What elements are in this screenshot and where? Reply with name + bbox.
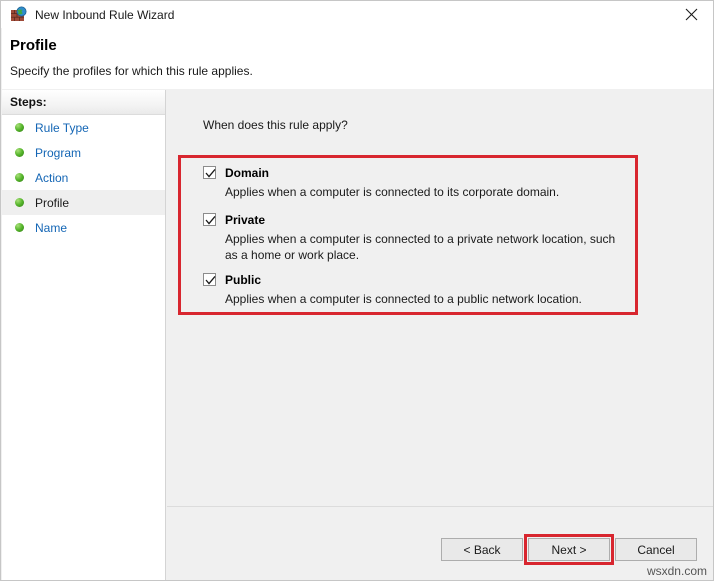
sidebar-item-label: Action — [35, 171, 68, 185]
sidebar-item-label: Name — [35, 221, 67, 235]
option-public[interactable]: Public Applies when a computer is connec… — [203, 271, 623, 307]
page-subtitle: Specify the profiles for which this rule… — [10, 64, 253, 78]
profile-options-group: Domain Applies when a computer is connec… — [203, 164, 623, 309]
question-label: When does this rule apply? — [203, 118, 348, 132]
step-bullet-icon — [15, 173, 24, 182]
public-checkbox[interactable] — [203, 273, 216, 286]
steps-heading: Steps: — [2, 90, 165, 115]
option-domain[interactable]: Domain Applies when a computer is connec… — [203, 164, 623, 200]
sidebar-item-name[interactable]: Name — [2, 215, 165, 240]
option-domain-label: Domain — [225, 166, 269, 180]
private-checkbox[interactable] — [203, 213, 216, 226]
step-bullet-icon — [15, 148, 24, 157]
domain-checkbox[interactable] — [203, 166, 216, 179]
step-bullet-icon — [15, 223, 24, 232]
option-public-head[interactable]: Public — [203, 271, 623, 288]
page-title: Profile — [10, 37, 57, 54]
wizard-footer: < Back Next > Cancel wsxdn.com — [167, 506, 713, 581]
option-private-description: Applies when a computer is connected to … — [225, 231, 623, 263]
step-bullet-icon — [15, 198, 24, 207]
sidebar-item-rule-type[interactable]: Rule Type — [2, 115, 165, 140]
back-button[interactable]: < Back — [441, 538, 523, 561]
watermark: wsxdn.com — [647, 564, 707, 578]
option-public-description: Applies when a computer is connected to … — [225, 291, 623, 307]
sidebar-item-profile[interactable]: Profile — [2, 190, 165, 215]
sidebar-item-label: Program — [35, 146, 81, 160]
option-private[interactable]: Private Applies when a computer is conne… — [203, 211, 623, 263]
window-title: New Inbound Rule Wizard — [35, 8, 174, 22]
main-content: When does this rule apply? Domain Applie… — [167, 90, 713, 506]
steps-sidebar: Steps: Rule Type Program Action Profile … — [2, 90, 166, 581]
cancel-button[interactable]: Cancel — [615, 538, 697, 561]
new-inbound-rule-wizard-window: New Inbound Rule Wizard Profile Specify … — [0, 0, 714, 581]
option-public-label: Public — [225, 273, 261, 287]
option-private-label: Private — [225, 213, 265, 227]
sidebar-item-program[interactable]: Program — [2, 140, 165, 165]
sidebar-item-label: Rule Type — [35, 121, 89, 135]
step-bullet-icon — [15, 123, 24, 132]
sidebar-item-action[interactable]: Action — [2, 165, 165, 190]
wizard-header: Profile Specify the profiles for which t… — [2, 28, 713, 89]
steps-heading-label: Steps: — [10, 95, 47, 109]
firewall-globe-icon — [10, 6, 27, 23]
option-domain-description: Applies when a computer is connected to … — [225, 184, 623, 200]
next-button-highlight-box — [524, 534, 614, 565]
sidebar-item-label: Profile — [35, 196, 69, 210]
option-private-head[interactable]: Private — [203, 211, 623, 228]
title-bar: New Inbound Rule Wizard — [1, 1, 713, 28]
close-icon[interactable] — [669, 1, 713, 28]
option-domain-head[interactable]: Domain — [203, 164, 623, 181]
